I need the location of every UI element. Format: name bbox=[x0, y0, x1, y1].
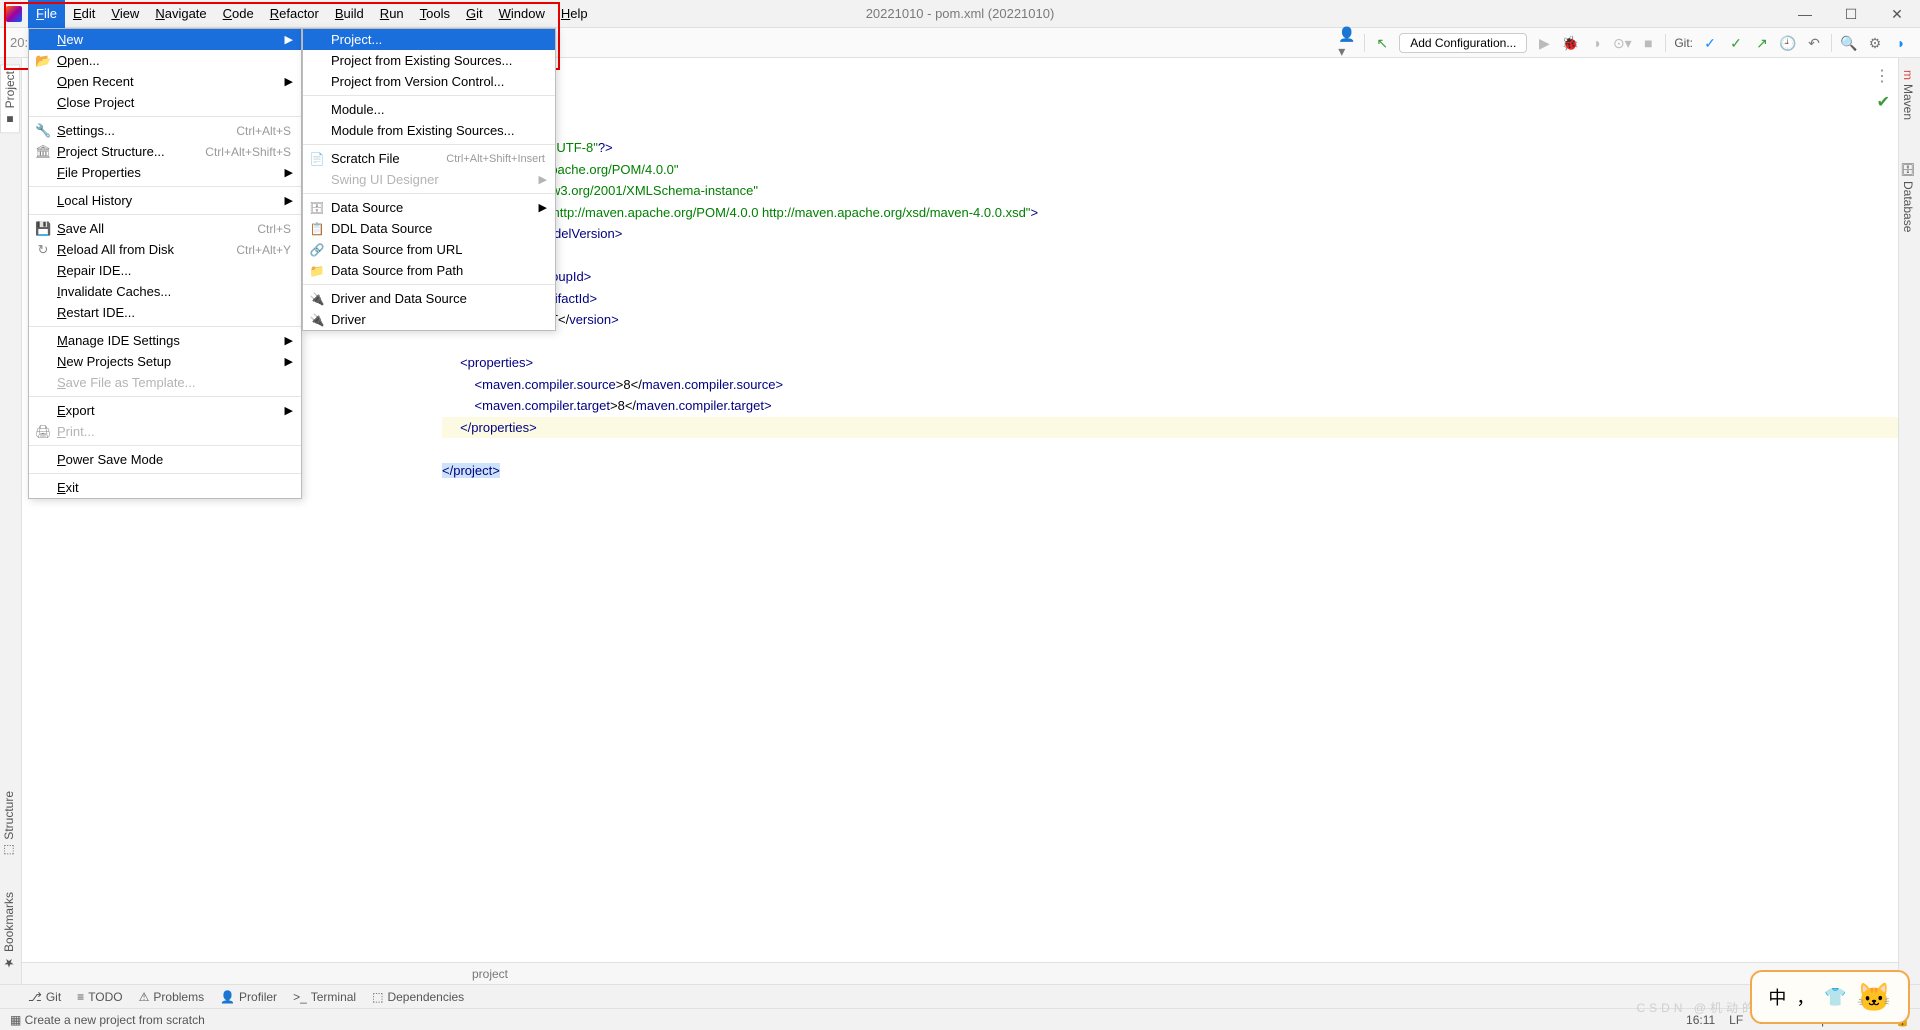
push-icon[interactable]: ↗ bbox=[1753, 34, 1771, 52]
file-menu-item[interactable]: New Projects Setup▶ bbox=[29, 351, 301, 372]
menu-help[interactable]: Help bbox=[553, 0, 596, 28]
tool-window-profiler[interactable]: 👤Profiler bbox=[220, 990, 277, 1004]
commit-icon[interactable]: ✓ bbox=[1727, 34, 1745, 52]
menu-code[interactable]: Code bbox=[215, 0, 262, 28]
new-submenu-item[interactable]: Module... bbox=[303, 99, 555, 120]
file-menu-item[interactable]: Open Recent▶ bbox=[29, 71, 301, 92]
search-icon[interactable]: 🔍 bbox=[1840, 34, 1858, 52]
menu-tools[interactable]: Tools bbox=[412, 0, 458, 28]
debug-icon[interactable]: 🐞 bbox=[1561, 34, 1579, 52]
hammer-icon[interactable]: ↖ bbox=[1373, 34, 1391, 52]
new-submenu-item[interactable]: Project... bbox=[303, 29, 555, 50]
new-submenu-item: Swing UI Designer▶ bbox=[303, 169, 555, 190]
new-submenu-item[interactable]: 🔌Driver bbox=[303, 309, 555, 330]
window-title: 20221010 - pom.xml (20221010) bbox=[866, 6, 1055, 21]
status-message: ▦ Create a new project from scratch bbox=[10, 1013, 205, 1027]
new-submenu-item[interactable]: 🗄Data Source▶ bbox=[303, 197, 555, 218]
database-tool-tab[interactable]: 🗄Database bbox=[1899, 156, 1917, 239]
stop-icon[interactable]: ■ bbox=[1639, 34, 1657, 52]
file-menu-item[interactable]: Exit bbox=[29, 477, 301, 498]
menu-edit[interactable]: Edit bbox=[65, 0, 103, 28]
code-area[interactable]: n="1.0" encoding="UTF-8"?> ns="http://ma… bbox=[442, 58, 1898, 984]
right-tool-stripe: mMaven 🗄Database bbox=[1898, 58, 1920, 984]
menu-view[interactable]: View bbox=[103, 0, 147, 28]
more-icon[interactable]: ⋮ bbox=[1874, 66, 1890, 86]
new-submenu-dropdown: Project...Project from Existing Sources.… bbox=[302, 28, 556, 331]
breadcrumb-bar: project bbox=[22, 962, 1898, 984]
file-menu-item[interactable]: Close Project bbox=[29, 92, 301, 113]
breadcrumb-partial: 20: bbox=[10, 35, 28, 50]
file-menu-item: 🖨Print... bbox=[29, 421, 301, 442]
file-menu-item[interactable]: 🏛Project Structure...Ctrl+Alt+Shift+S bbox=[29, 141, 301, 162]
file-menu-item[interactable]: Manage IDE Settings▶ bbox=[29, 330, 301, 351]
new-submenu-item[interactable]: 📁Data Source from Path bbox=[303, 260, 555, 281]
titlebar: FileEditViewNavigateCodeRefactorBuildRun… bbox=[0, 0, 1920, 28]
maven-tool-tab[interactable]: mMaven bbox=[1899, 64, 1917, 126]
tool-window-problems[interactable]: ⚠Problems bbox=[139, 990, 204, 1004]
app-logo-icon bbox=[6, 6, 22, 22]
tool-window-git[interactable]: ⎇Git bbox=[28, 990, 61, 1004]
ime-popup[interactable]: 中，👕🐱 bbox=[1750, 970, 1910, 1024]
tool-window-terminal[interactable]: >_Terminal bbox=[293, 990, 356, 1004]
breadcrumb-item[interactable]: project bbox=[472, 967, 508, 981]
bookmarks-tool-tab[interactable]: ★Bookmarks bbox=[0, 886, 18, 976]
new-submenu-item[interactable]: 📄Scratch FileCtrl+Alt+Shift+Insert bbox=[303, 148, 555, 169]
file-menu-item[interactable]: ↻Reload All from DiskCtrl+Alt+Y bbox=[29, 239, 301, 260]
menu-build[interactable]: Build bbox=[327, 0, 372, 28]
status-bar: ▦ Create a new project from scratch 16:1… bbox=[0, 1008, 1920, 1030]
menu-run[interactable]: Run bbox=[372, 0, 412, 28]
run-config-button[interactable]: Add Configuration... bbox=[1399, 33, 1527, 53]
new-submenu-item[interactable]: 🔗Data Source from URL bbox=[303, 239, 555, 260]
file-menu-dropdown: New▶📂Open...Open Recent▶Close Project 🔧Se… bbox=[28, 28, 302, 499]
menu-git[interactable]: Git bbox=[458, 0, 491, 28]
profile-icon[interactable]: ⊙▾ bbox=[1613, 34, 1631, 52]
tool-window-dependencies[interactable]: ⬚Dependencies bbox=[372, 990, 464, 1004]
file-menu-item[interactable]: Local History▶ bbox=[29, 190, 301, 211]
file-menu-item[interactable]: Power Save Mode bbox=[29, 449, 301, 470]
file-menu-item[interactable]: Repair IDE... bbox=[29, 260, 301, 281]
file-menu-item[interactable]: 💾Save AllCtrl+S bbox=[29, 218, 301, 239]
window-controls: — ☐ ✕ bbox=[1782, 0, 1920, 28]
file-menu-item[interactable]: File Properties▶ bbox=[29, 162, 301, 183]
file-menu-item[interactable]: Invalidate Caches... bbox=[29, 281, 301, 302]
run-icon[interactable]: ▶ bbox=[1535, 34, 1553, 52]
close-button[interactable]: ✕ bbox=[1874, 0, 1920, 28]
menu-refactor[interactable]: Refactor bbox=[262, 0, 327, 28]
new-submenu-item[interactable]: Module from Existing Sources... bbox=[303, 120, 555, 141]
file-menu-item[interactable]: 🔧Settings...Ctrl+Alt+S bbox=[29, 120, 301, 141]
update-icon[interactable]: ✓ bbox=[1701, 34, 1719, 52]
vcs-label: Git: bbox=[1674, 36, 1693, 50]
coverage-icon[interactable]: ◑ bbox=[1587, 34, 1605, 52]
menubar: FileEditViewNavigateCodeRefactorBuildRun… bbox=[28, 0, 596, 28]
project-tool-tab[interactable]: ■Project bbox=[0, 64, 20, 133]
menu-navigate[interactable]: Navigate bbox=[147, 0, 214, 28]
bottom-tool-stripe: ⎇Git ≡TODO ⚠Problems 👤Profiler >_Terminal ⬚De… bbox=[0, 984, 1920, 1008]
gradient-icon[interactable]: ◗ bbox=[1892, 34, 1910, 52]
tool-window-todo[interactable]: ≡TODO bbox=[77, 990, 122, 1004]
history-icon[interactable]: 🕘 bbox=[1779, 34, 1797, 52]
new-submenu-item[interactable]: 📋DDL Data Source bbox=[303, 218, 555, 239]
user-icon[interactable]: 👤▾ bbox=[1338, 34, 1356, 52]
settings-icon[interactable]: ⚙ bbox=[1866, 34, 1884, 52]
file-menu-item[interactable]: Restart IDE... bbox=[29, 302, 301, 323]
left-tool-stripe: ■Project ⬚Structure ★Bookmarks bbox=[0, 58, 22, 984]
file-menu-item: Save File as Template... bbox=[29, 372, 301, 393]
new-submenu-item[interactable]: Project from Version Control... bbox=[303, 71, 555, 92]
file-menu-item[interactable]: New▶ bbox=[29, 29, 301, 50]
new-submenu-item[interactable]: Project from Existing Sources... bbox=[303, 50, 555, 71]
maximize-button[interactable]: ☐ bbox=[1828, 0, 1874, 28]
new-submenu-item[interactable]: 🔌Driver and Data Source bbox=[303, 288, 555, 309]
file-menu-item[interactable]: 📂Open... bbox=[29, 50, 301, 71]
inspection-ok-icon[interactable]: ✔ bbox=[1877, 92, 1890, 112]
structure-tool-tab[interactable]: ⬚Structure bbox=[0, 785, 18, 864]
menu-window[interactable]: Window bbox=[491, 0, 553, 28]
rollback-icon[interactable]: ↶ bbox=[1805, 34, 1823, 52]
file-menu-item[interactable]: Export▶ bbox=[29, 400, 301, 421]
minimize-button[interactable]: — bbox=[1782, 0, 1828, 28]
menu-file[interactable]: File bbox=[28, 0, 65, 28]
